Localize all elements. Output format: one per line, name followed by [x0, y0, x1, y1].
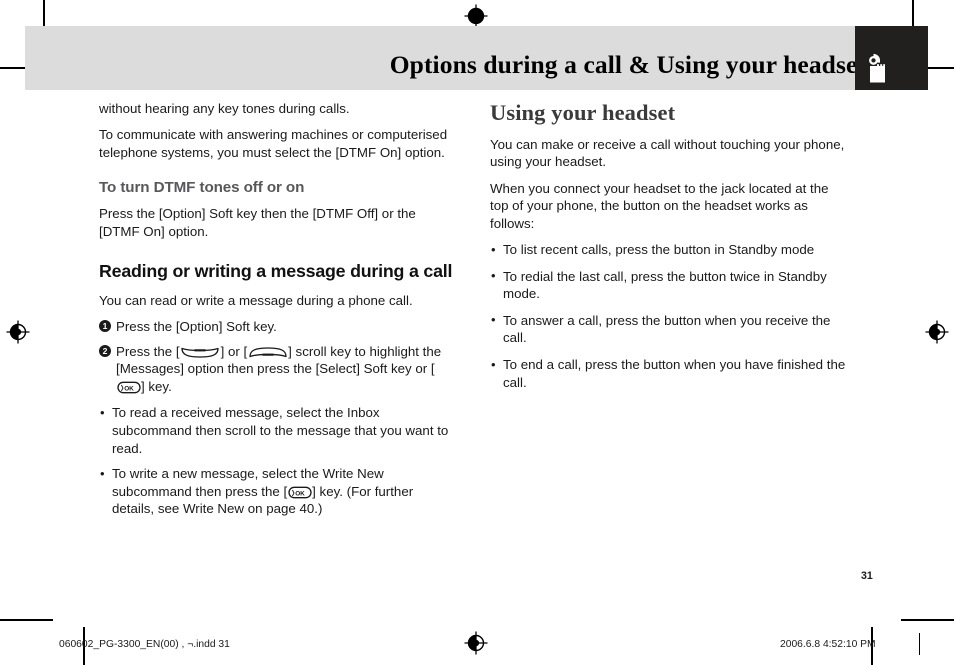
paragraph-dtmf-communicate: To communicate with answering machines o…: [99, 127, 448, 160]
bullet-text: To answer a call, press the button when …: [503, 312, 831, 346]
list-item: To end a call, press the button when you…: [490, 355, 850, 391]
heading-reading-writing-message: Reading or writing a message during a ca…: [99, 261, 453, 282]
page-title: Options during a call & Using your heads…: [389, 50, 866, 79]
bullet-text: To redial the last call, press the butto…: [503, 268, 827, 302]
ok-key-icon: OK: [116, 381, 141, 394]
footer-file-name: 060602_PG-3300_EN(00) , ¬.indd 31: [59, 639, 230, 650]
registration-mark-left: [6, 320, 30, 344]
crop-mark-top-right-vertical: [912, 0, 914, 28]
list-item: To list recent calls, press the button i…: [490, 241, 850, 259]
footer-divider-right: [919, 633, 921, 655]
crop-mark-top-left-vertical: [43, 0, 45, 28]
paragraph-make-or-receive: You can make or receive a call without t…: [490, 137, 845, 170]
list-item: To write a new message, select the Write…: [99, 465, 457, 518]
paragraph-connect-headset: When you connect your headset to the jac…: [490, 180, 829, 231]
step-text-part: ] or [: [220, 343, 248, 359]
list-item: To read a received message, select the I…: [99, 404, 457, 457]
registration-mark-top: [464, 4, 488, 28]
crop-mark-bottom-left-horizontal: [0, 619, 53, 621]
left-bullet-list: To read a received message, select the I…: [99, 404, 457, 518]
step-number-badge: 1: [99, 320, 111, 333]
registration-mark-bottom: [464, 631, 488, 655]
footer-timestamp: 2006.6.8 4:52:10 PM: [780, 639, 876, 650]
svg-text:OK: OK: [295, 490, 305, 497]
scroll-down-key-icon: [248, 346, 288, 359]
list-item: To redial the last call, press the butto…: [490, 267, 850, 303]
bullet-text: To end a call, press the button when you…: [503, 357, 846, 390]
step-text: Press the [Option] Soft key.: [116, 318, 277, 334]
scroll-up-key-icon: [180, 346, 220, 359]
heading-using-your-headset: Using your headset: [490, 100, 676, 125]
crop-mark-bottom-right-horizontal: [901, 619, 954, 621]
step-text-part: Press the [: [116, 343, 180, 359]
step-item: 1 Press the [Option] Soft key.: [99, 318, 457, 336]
right-bullet-list: To list recent calls, press the button i…: [490, 241, 850, 391]
svg-text:OK: OK: [124, 385, 134, 392]
registration-mark-right: [925, 320, 949, 344]
step-item: 2 Press the [] or [] scroll key to highl…: [99, 343, 457, 396]
subheading-turn-dtmf: To turn DTMF tones off or on: [99, 179, 305, 197]
paragraph-read-or-write: You can read or write a message during a…: [99, 292, 413, 308]
step-number-badge: 2: [99, 344, 111, 357]
page-number: 31: [861, 570, 873, 582]
paragraph-press-option-softkey: Press the [Option] Soft key then the [DT…: [99, 206, 416, 239]
ok-key-icon: OK: [288, 486, 312, 499]
numbered-steps-list: 1 Press the [Option] Soft key. 2 Press t…: [99, 318, 457, 395]
list-item: To answer a call, press the button when …: [490, 311, 850, 347]
headset-icon: [866, 53, 896, 85]
left-column: without hearing any key tones during cal…: [99, 100, 457, 526]
bullet-text: To read a received message, select the I…: [112, 405, 449, 456]
right-column: Using your headset You can make or recei…: [490, 100, 850, 400]
step-text-part: ] key.: [141, 378, 172, 394]
paragraph-without-hearing: without hearing any key tones during cal…: [99, 101, 350, 116]
header-icon-box: [855, 26, 928, 90]
bullet-text: To list recent calls, press the button i…: [503, 242, 815, 258]
